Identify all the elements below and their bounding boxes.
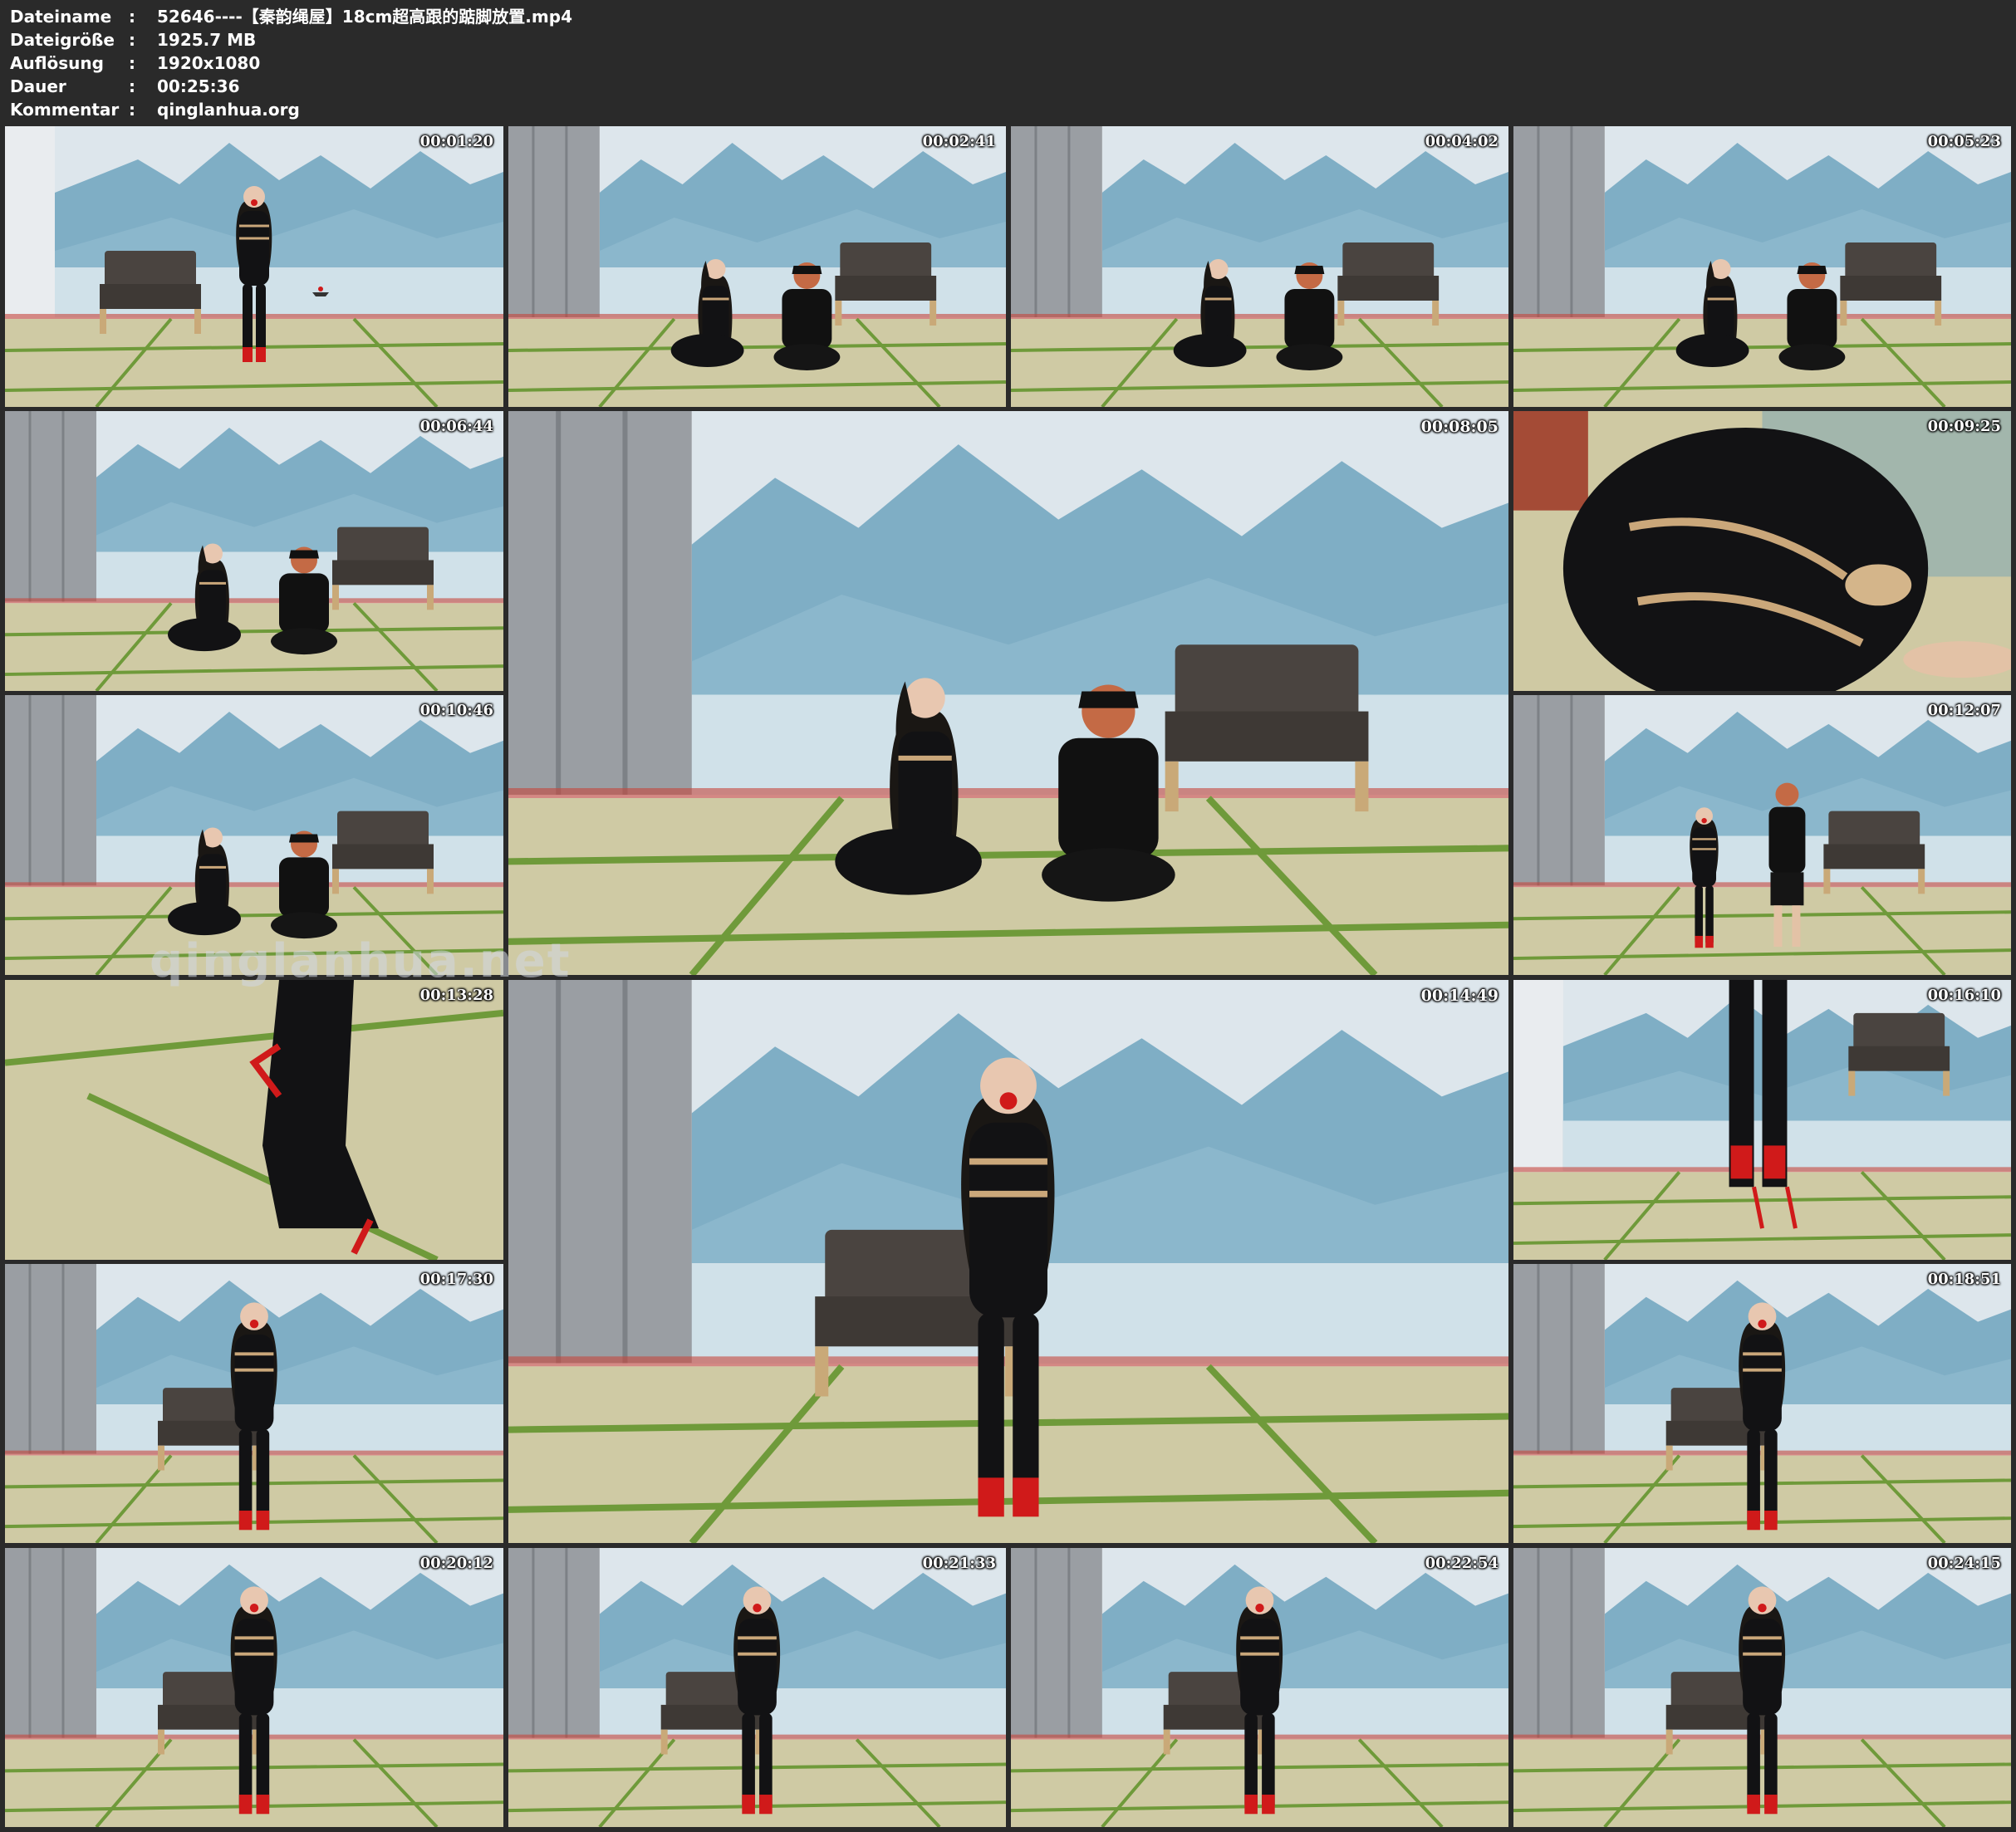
timestamp: 00:01:20 [419, 133, 493, 150]
thumbnail-image [508, 126, 1006, 407]
thumbnail-image [508, 980, 1508, 1543]
timestamp: 00:09:25 [1927, 418, 2001, 435]
thumbnail-frame[interactable]: 00:21:33 [508, 1548, 1006, 1827]
timestamp: 00:16:10 [1927, 987, 2001, 1004]
thumbnail-image [1513, 411, 2011, 691]
meta-separator: : [129, 53, 135, 73]
thumbnail-image [5, 1264, 503, 1543]
meta-label: Auflösung [10, 53, 104, 73]
meta-row-filename: Dateiname : 52646----【秦韵绳屋】18cm超高跟的踮脚放置.… [10, 5, 2004, 28]
thumbnail-image [1513, 695, 2011, 975]
timestamp: 00:22:54 [1425, 1555, 1499, 1572]
thumbnail-frame[interactable]: 00:04:02 [1011, 126, 1508, 407]
timestamp: 00:17:30 [419, 1271, 493, 1288]
thumbnail-frame[interactable]: 00:09:25 [1513, 411, 2011, 691]
meta-label: Dauer [10, 76, 66, 96]
timestamp: 00:14:49 [1420, 987, 1499, 1005]
thumbnail-image [508, 1548, 1006, 1827]
thumbnail-image [5, 1548, 503, 1827]
thumbnail-frame[interactable]: 00:10:46 [5, 695, 503, 975]
thumbnail-image [1513, 1264, 2011, 1543]
meta-label: Dateigröße [10, 30, 115, 50]
meta-label: Kommentar [10, 100, 120, 120]
timestamp: 00:21:33 [922, 1555, 996, 1572]
meta-value: 52646----【秦韵绳屋】18cm超高跟的踮脚放置.mp4 [157, 7, 572, 27]
meta-row-filesize: Dateigröße : 1925.7 MB [10, 28, 2004, 51]
meta-row-resolution: Auflösung : 1920x1080 [10, 51, 2004, 75]
timestamp: 00:08:05 [1420, 418, 1499, 436]
thumbnail-image [1011, 126, 1508, 407]
thumbnail-frame-large[interactable]: 00:14:49 [508, 980, 1508, 1543]
thumbnail-image [5, 411, 503, 691]
meta-value: qinglanhua.org [157, 100, 300, 120]
thumbnail-frame[interactable]: 00:02:41 [508, 126, 1006, 407]
thumbnail-image [1513, 126, 2011, 407]
timestamp: 00:10:46 [419, 702, 493, 719]
thumbnail-frame[interactable]: 00:22:54 [1011, 1548, 1508, 1827]
thumbnail-frame[interactable]: 00:06:44 [5, 411, 503, 691]
thumbnail-frame[interactable]: 00:18:51 [1513, 1264, 2011, 1543]
meta-row-comment: Kommentar : qinglanhua.org [10, 98, 2004, 121]
meta-label: Dateiname [10, 7, 112, 27]
timestamp: 00:20:12 [419, 1555, 493, 1572]
timestamp: 00:13:28 [419, 987, 493, 1004]
thumbnail-image [5, 126, 503, 407]
meta-separator: : [129, 76, 135, 96]
timestamp: 00:24:15 [1927, 1555, 2001, 1572]
timestamp: 00:02:41 [922, 133, 996, 150]
thumbnail-frame[interactable]: 00:20:12 [5, 1548, 503, 1827]
metadata-header: Dateiname : 52646----【秦韵绳屋】18cm超高跟的踮脚放置.… [10, 5, 2004, 121]
timestamp: 00:12:07 [1927, 702, 2001, 719]
thumbnail-frame[interactable]: 00:17:30 [5, 1264, 503, 1543]
thumbnail-frame[interactable]: 00:12:07 [1513, 695, 2011, 975]
meta-value: 1925.7 MB [157, 30, 257, 50]
timestamp: 00:06:44 [419, 418, 493, 435]
timestamp: 00:18:51 [1927, 1271, 2001, 1288]
thumbnail-image [1011, 1548, 1508, 1827]
thumbnail-image [1513, 1548, 2011, 1827]
thumbnail-frame-large[interactable]: 00:08:05 [508, 411, 1508, 975]
meta-separator: : [129, 30, 135, 50]
timestamp: 00:04:02 [1425, 133, 1499, 150]
meta-value: 1920x1080 [157, 53, 261, 73]
thumbnail-frame[interactable]: 00:01:20 [5, 126, 503, 407]
timestamp: 00:05:23 [1927, 133, 2001, 150]
thumbnail-image [5, 695, 503, 975]
thumbnail-frame[interactable]: 00:13:28 [5, 980, 503, 1260]
meta-value: 00:25:36 [157, 76, 240, 96]
meta-separator: : [129, 100, 135, 120]
thumbnail-image [5, 980, 503, 1260]
meta-row-duration: Dauer : 00:25:36 [10, 75, 2004, 98]
meta-separator: : [129, 7, 135, 27]
thumbnail-image [1513, 980, 2011, 1260]
watermark-text: qinglanhua.net [150, 934, 571, 988]
thumbnail-frame[interactable]: 00:16:10 [1513, 980, 2011, 1260]
thumbnail-frame[interactable]: 00:24:15 [1513, 1548, 2011, 1827]
thumbnail-image [508, 411, 1508, 975]
thumbnail-frame[interactable]: 00:05:23 [1513, 126, 2011, 407]
